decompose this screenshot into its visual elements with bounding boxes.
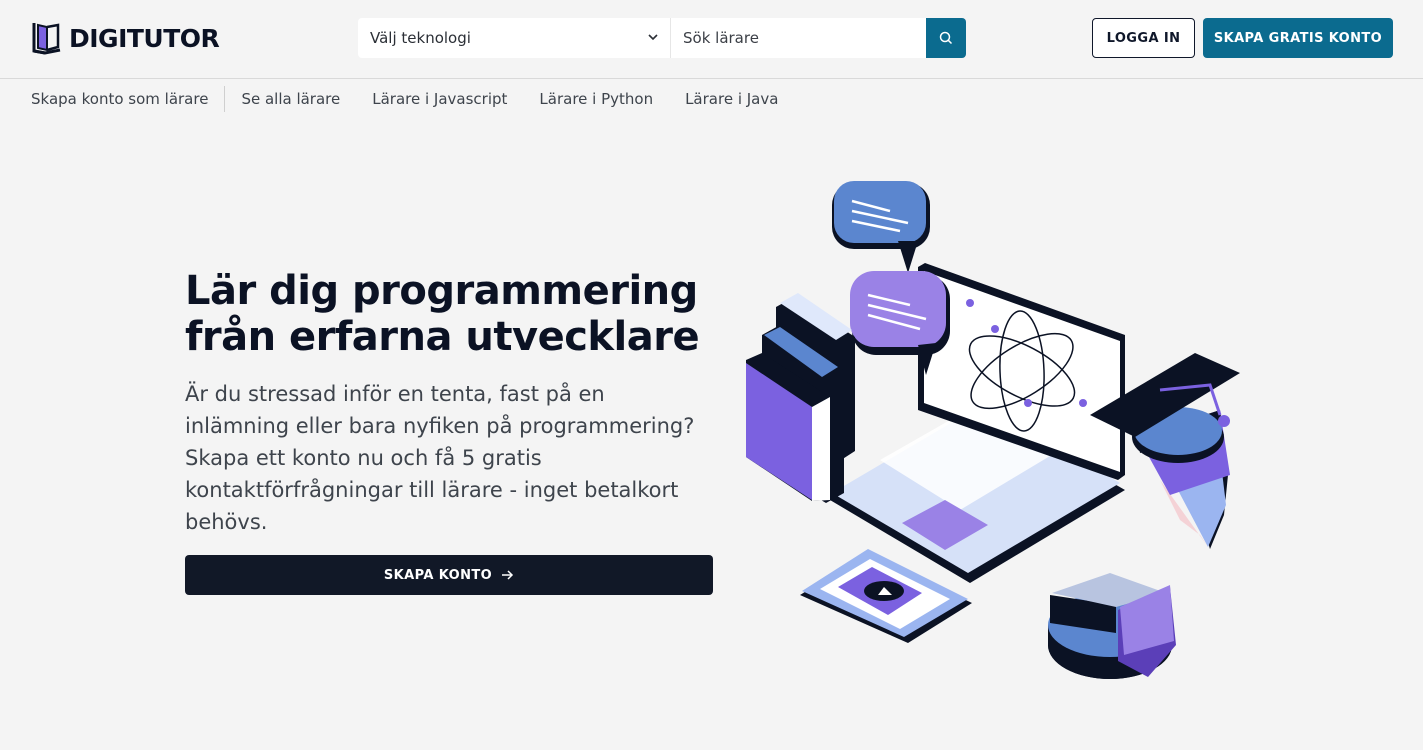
signup-button[interactable]: SKAPA GRATIS KONTO [1203,18,1393,58]
nav-item-python-teachers[interactable]: Lärare i Python [539,90,653,108]
nav-item-become-teacher[interactable]: Skapa konto som lärare [31,90,208,108]
nav-divider [224,86,226,112]
chevron-down-icon [648,34,658,41]
login-button[interactable]: LOGGA IN [1092,18,1195,58]
create-account-label: SKAPA KONTO [383,567,493,583]
search-teacher-input[interactable] [670,18,926,58]
nav-item-all-teachers[interactable]: Se alla lärare [241,90,340,108]
hero-title-line-1: Lär dig programmering [185,268,698,314]
sub-navigation: Skapa konto som lärare Se alla lärare Lä… [31,86,778,112]
arrow-right-icon [500,568,514,582]
nav-item-javascript-teachers[interactable]: Lärare i Javascript [372,90,507,108]
hero-title: Lär dig programmering från erfarna utvec… [185,268,745,360]
search-icon [939,31,953,45]
technology-select-value: Välj teknologi [370,29,471,47]
book-logo-icon [32,23,61,55]
technology-select[interactable]: Välj teknologi [358,18,670,58]
logo[interactable]: DIGITUTOR [31,20,220,56]
logo-text: DIGITUTOR [69,23,220,53]
create-account-button[interactable]: SKAPA KONTO [185,555,713,595]
pie-chart-illustration [1048,573,1176,679]
hero-title-line-2: från erfarna utvecklare [185,314,700,360]
site-header: DIGITUTOR Välj teknologi LOGGA IN SKAPA … [0,0,1423,79]
books-illustration [746,293,855,503]
search-button[interactable] [926,18,966,58]
nav-item-java-teachers[interactable]: Lärare i Java [685,90,778,108]
hero-description: Är du stressad inför en tenta, fast på e… [185,382,695,534]
hero-illustration [746,181,1240,679]
